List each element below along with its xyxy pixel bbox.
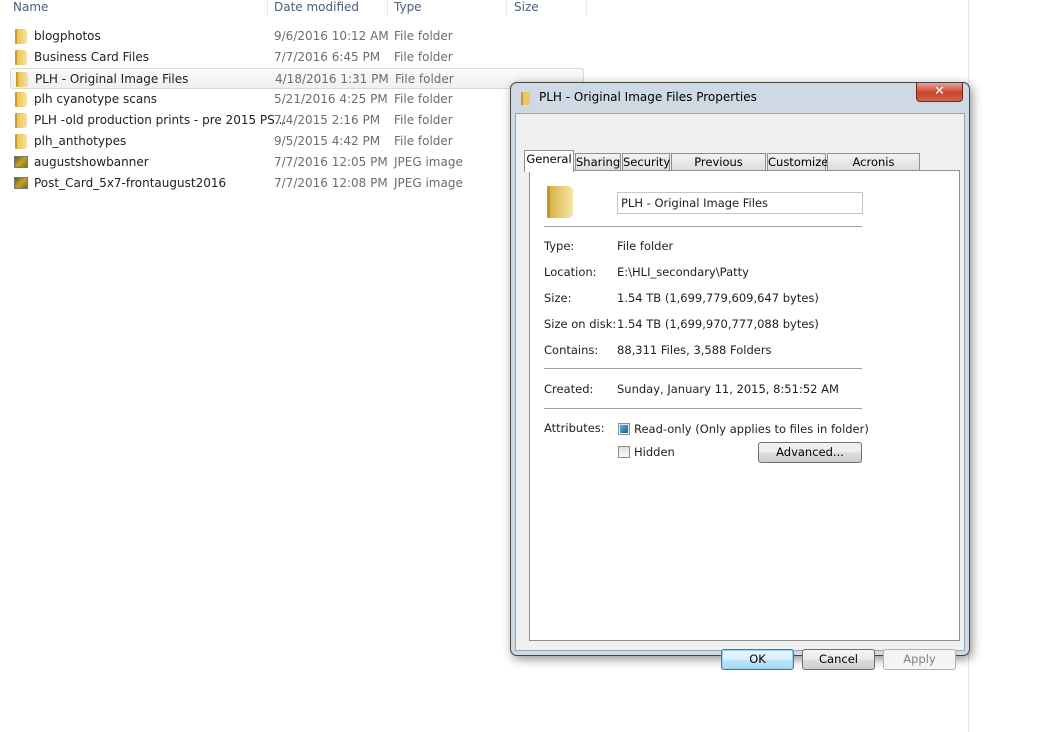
properties-dialog: PLH - Original Image Files Properties ✕ …	[510, 82, 970, 670]
readonly-checkbox[interactable]	[618, 423, 630, 435]
file-list-row[interactable]: plh cyanotype scans 5/21/2016 4:25 PM Fi…	[10, 89, 584, 110]
dialog-body: General Sharing Security Previous Versio…	[515, 113, 965, 670]
folder-icon	[15, 134, 27, 149]
created-value: Sunday, January 11, 2015, 8:51:52 AM	[617, 382, 839, 396]
hidden-label[interactable]: Hidden	[634, 445, 675, 459]
tab-customize[interactable]: Customize	[767, 153, 828, 171]
advanced-button[interactable]: Advanced...	[758, 442, 862, 463]
contains-label: Contains:	[544, 343, 599, 357]
size-on-disk-value: 1.54 TB (1,699,970,777,088 bytes)	[617, 317, 819, 331]
file-name: Post_Card_5x7-frontaugust2016	[34, 176, 227, 190]
tab-sharing[interactable]: Sharing	[575, 153, 621, 171]
file-type: File folder	[394, 113, 453, 127]
file-list-row[interactable]: PLH - Original Image Files 4/18/2016 1:3…	[10, 68, 584, 89]
tab-previous-versions[interactable]: Previous Versions	[671, 153, 766, 186]
file-type: File folder	[394, 50, 453, 64]
tab-security[interactable]: Security	[622, 153, 670, 171]
tab-acronis-recovery[interactable]: Acronis Recovery	[827, 153, 920, 186]
file-type: JPEG image	[394, 176, 463, 190]
file-date-modified: 4/18/2016 1:31 PM	[275, 72, 389, 86]
file-date-modified: 7/7/2016 6:45 PM	[274, 50, 381, 64]
file-date-modified: 7/7/2016 12:08 PM	[274, 176, 388, 190]
size-value: 1.54 TB (1,699,779,609,647 bytes)	[617, 291, 819, 305]
divider	[544, 368, 862, 369]
ok-button[interactable]: OK	[721, 649, 794, 670]
file-date-modified: 7/7/2016 12:05 PM	[274, 155, 388, 169]
file-type: File folder	[394, 92, 453, 106]
attributes-label: Attributes:	[544, 421, 605, 435]
file-date-modified: 9/5/2015 4:42 PM	[274, 134, 381, 148]
file-type: File folder	[394, 29, 453, 43]
file-name: blogphotos	[34, 29, 101, 43]
readonly-label[interactable]: Read-only (Only applies to files in fold…	[634, 422, 869, 436]
divider	[544, 408, 862, 409]
jpeg-image-icon	[14, 156, 28, 168]
dialog-title: PLH - Original Image Files Properties	[539, 90, 757, 104]
general-tab-panel: PLH - Original Image Files Type: File fo…	[529, 170, 960, 641]
column-header-type[interactable]: Type	[388, 0, 507, 16]
folder-icon	[15, 50, 27, 65]
divider	[544, 226, 862, 227]
folder-name-input[interactable]: PLH - Original Image Files	[617, 192, 863, 214]
column-header-name[interactable]: Name	[0, 0, 268, 16]
folder-icon	[15, 113, 27, 128]
column-header-date-modified[interactable]: Date modified	[268, 0, 388, 16]
file-list-row[interactable]: augustshowbanner 7/7/2016 12:05 PM JPEG …	[10, 152, 584, 173]
close-button[interactable]: ✕	[916, 83, 963, 102]
file-date-modified: 5/21/2016 4:25 PM	[274, 92, 388, 106]
file-list-row[interactable]: plh_anthotypes 9/5/2015 4:42 PM File fol…	[10, 131, 584, 152]
type-label: Type:	[544, 239, 575, 253]
file-type: File folder	[395, 72, 454, 86]
hidden-checkbox[interactable]	[618, 446, 630, 458]
contains-value: 88,311 Files, 3,588 Folders	[617, 343, 772, 357]
cancel-button[interactable]: Cancel	[802, 649, 875, 670]
type-value: File folder	[617, 239, 674, 253]
column-header-size[interactable]: Size	[507, 0, 587, 16]
file-list-row[interactable]: Post_Card_5x7-frontaugust2016 7/7/2016 1…	[10, 173, 584, 194]
file-name: PLH -old production prints - pre 2015 PS…	[34, 113, 287, 127]
tab-general[interactable]: General	[524, 150, 574, 172]
file-type: JPEG image	[394, 155, 463, 169]
apply-button[interactable]: Apply	[883, 649, 956, 670]
jpeg-image-icon	[14, 177, 28, 189]
size-label: Size:	[544, 291, 572, 305]
file-name: plh_anthotypes	[34, 134, 127, 148]
folder-icon	[547, 186, 573, 218]
file-list-row[interactable]: PLH -old production prints - pre 2015 PS…	[10, 110, 584, 131]
file-name: plh cyanotype scans	[34, 92, 158, 106]
file-date-modified: 7/4/2015 2:16 PM	[274, 113, 381, 127]
file-date-modified: 9/6/2016 10:12 AM	[274, 29, 389, 43]
folder-icon	[16, 72, 28, 87]
file-list-row[interactable]: Business Card Files 7/7/2016 6:45 PM Fil…	[10, 47, 584, 68]
file-name: augustshowbanner	[34, 155, 149, 169]
folder-icon	[521, 92, 530, 105]
file-name: Business Card Files	[34, 50, 149, 64]
file-list-row[interactable]: blogphotos 9/6/2016 10:12 AM File folder	[10, 26, 584, 47]
folder-icon	[15, 29, 27, 44]
size-on-disk-label: Size on disk:	[544, 317, 617, 331]
folder-icon	[15, 92, 27, 107]
created-label: Created:	[544, 382, 594, 396]
file-name: PLH - Original Image Files	[35, 72, 189, 86]
file-type: File folder	[394, 134, 453, 148]
location-value: E:\HLI_secondary\Patty	[617, 265, 749, 279]
location-label: Location:	[544, 265, 597, 279]
